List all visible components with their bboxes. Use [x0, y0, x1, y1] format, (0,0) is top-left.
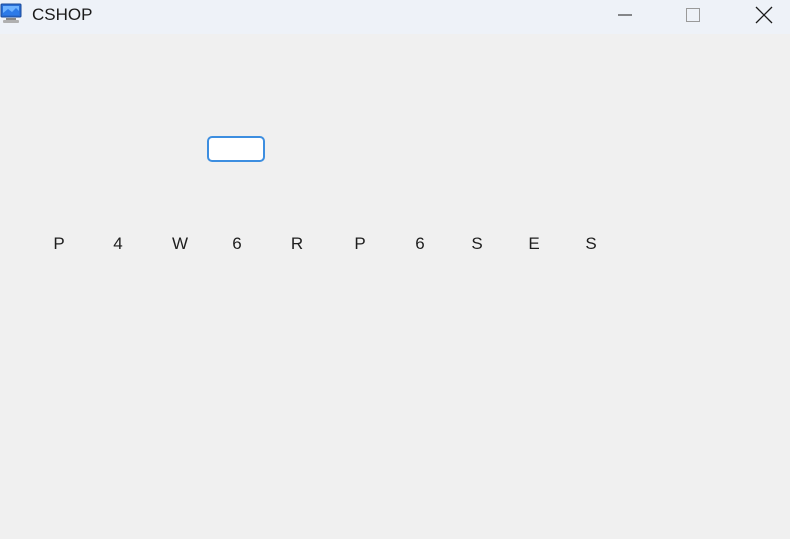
close-button[interactable]	[741, 0, 787, 30]
letter-label: R	[290, 234, 304, 253]
maximize-button[interactable]	[670, 0, 716, 30]
monitor-app-icon	[0, 3, 22, 25]
letter-label: E	[528, 234, 540, 253]
letter-label: P	[53, 234, 65, 253]
text-input[interactable]	[207, 136, 265, 162]
minimize-button[interactable]	[602, 0, 648, 30]
close-icon	[755, 6, 773, 24]
letter-label: P	[354, 234, 366, 253]
letter-label: S	[471, 234, 483, 253]
maximize-icon	[686, 8, 700, 22]
title-bar: CSHOP	[0, 0, 790, 34]
window-title: CSHOP	[32, 5, 93, 24]
letter-label: W	[171, 234, 189, 253]
letter-label: 6	[415, 234, 425, 253]
letter-row: P 4 W 6 R P 6 S E S	[0, 232, 790, 256]
letter-label: 4	[113, 234, 123, 253]
letter-label: S	[585, 234, 597, 253]
minimize-icon	[618, 14, 632, 16]
letter-label: 6	[232, 234, 242, 253]
